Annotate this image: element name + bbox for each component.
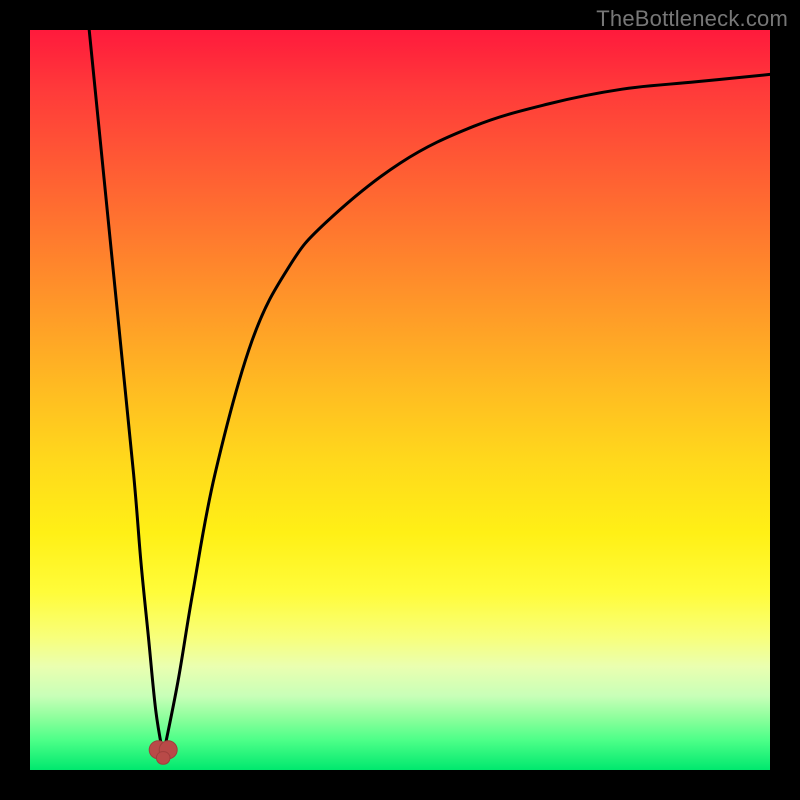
plot-area xyxy=(30,30,770,770)
curve-right-branch xyxy=(163,74,770,755)
curve-layer xyxy=(30,30,770,770)
chart-frame: TheBottleneck.com xyxy=(0,0,800,800)
curve-left-branch xyxy=(89,30,163,755)
watermark-text: TheBottleneck.com xyxy=(596,6,788,32)
minimum-marker xyxy=(149,741,177,764)
